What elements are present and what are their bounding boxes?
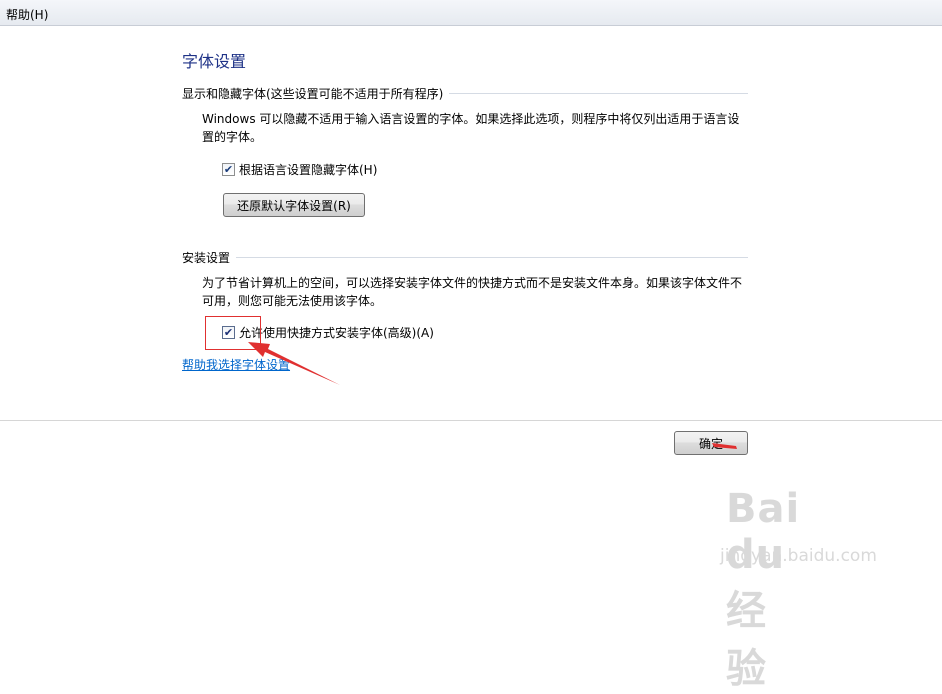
- watermark-logo: Bai du 经验: [726, 486, 801, 692]
- annotation-arrows: [248, 342, 737, 449]
- arrow-to-checkbox: [248, 342, 340, 385]
- watermark-url: jingyan.baidu.com: [720, 546, 877, 566]
- arrow-to-ok: [712, 443, 737, 449]
